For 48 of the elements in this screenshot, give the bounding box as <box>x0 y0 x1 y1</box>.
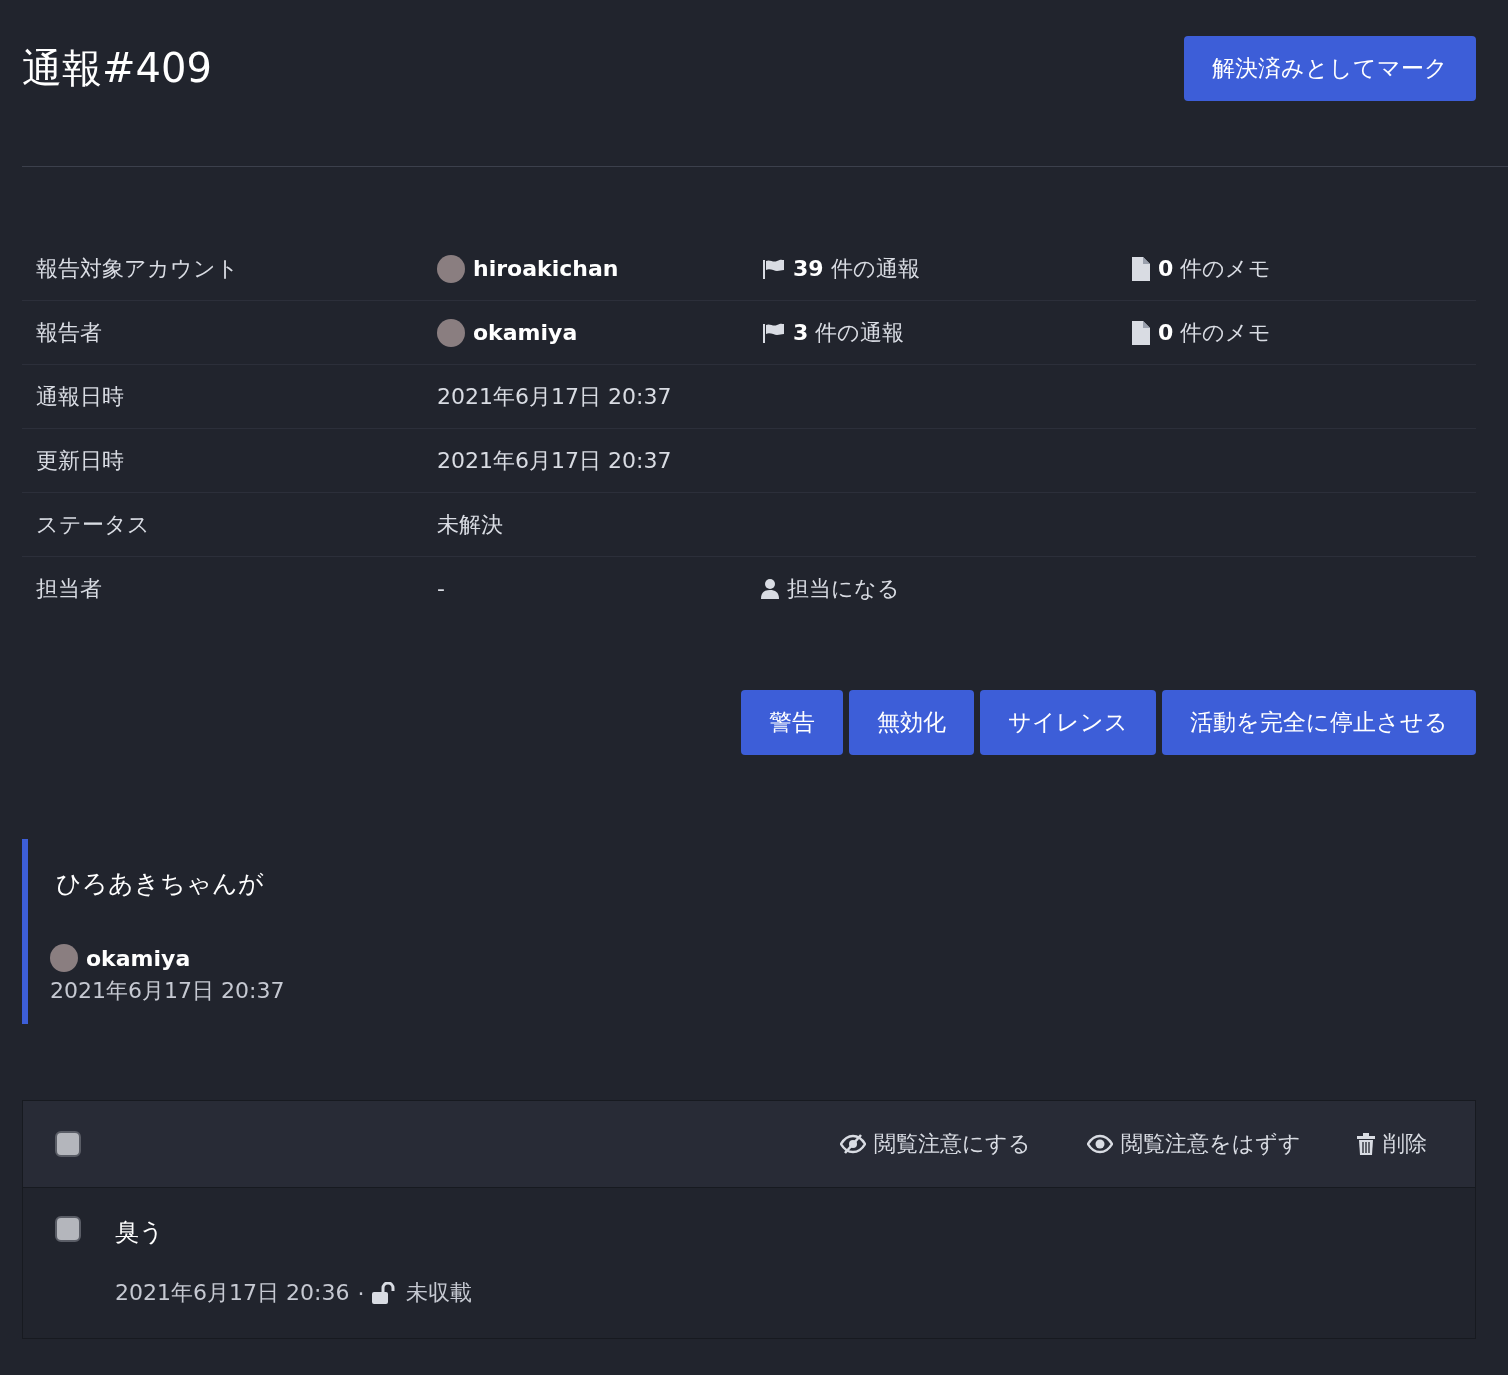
action-button[interactable]: サイレンス <box>980 690 1156 755</box>
separator: · <box>357 1280 365 1306</box>
flag-icon <box>761 322 785 343</box>
avatar <box>437 318 465 347</box>
eye-slash-icon <box>840 1134 866 1154</box>
action-button[interactable]: 無効化 <box>849 690 974 755</box>
toolbar-link[interactable]: 閲覧注意をはずす <box>1121 1129 1301 1159</box>
row-value: - <box>437 576 446 601</box>
document-icon <box>1132 256 1150 281</box>
trash-icon <box>1357 1133 1375 1155</box>
row-value: 未解決 <box>437 510 504 539</box>
row-label: 報告者 <box>35 318 103 347</box>
row-value: 2021年6月17日 20:37 <box>437 446 673 475</box>
reports-count-link[interactable]: 39 件の通報 <box>793 253 920 284</box>
row-label: 更新日時 <box>35 446 125 475</box>
memos-count-link[interactable]: 0 件のメモ <box>1158 253 1272 284</box>
username-link[interactable]: okamiya <box>437 318 761 347</box>
comment-text: ひろあきちゃんが <box>56 868 265 900</box>
resolve-button[interactable]: 解決済みとしてマーク <box>1184 36 1476 101</box>
document-icon <box>1132 320 1150 345</box>
row-label: ステータス <box>35 510 151 539</box>
row-label: 通報日時 <box>35 382 125 411</box>
username: hiroakichan <box>473 256 619 281</box>
flag-icon <box>761 258 785 279</box>
row-label: 担当者 <box>35 574 103 603</box>
toolbar-link[interactable]: 閲覧注意にする <box>874 1129 1031 1159</box>
memos-count-link[interactable]: 0 件のメモ <box>1158 317 1272 348</box>
assign-self-link[interactable]: 担当になる <box>787 573 900 604</box>
row-label: 報告対象アカウント <box>35 254 240 283</box>
row-value: 2021年6月17日 20:37 <box>437 382 673 411</box>
visibility-label: 未収載 <box>406 1279 473 1307</box>
reports-count-link[interactable]: 3 件の通報 <box>793 317 905 348</box>
status-text: 臭う <box>115 1217 165 1248</box>
checkbox[interactable] <box>55 1131 81 1157</box>
timestamp-link[interactable]: 2021年6月17日 20:36 <box>115 1278 350 1308</box>
avatar <box>437 254 465 283</box>
user-icon <box>761 578 779 599</box>
page-title: 通報#409 <box>22 44 212 93</box>
username: okamiya <box>86 945 191 971</box>
timestamp: 2021年6月17日 20:37 <box>50 977 286 1005</box>
action-button[interactable]: 活動を完全に停止させる <box>1162 690 1476 755</box>
username: okamiya <box>473 320 578 345</box>
checkbox[interactable] <box>55 1216 81 1242</box>
toolbar-link[interactable]: 削除 <box>1383 1129 1427 1159</box>
action-button[interactable]: 警告 <box>741 690 843 755</box>
username-link[interactable]: hiroakichan <box>437 254 761 283</box>
eye-icon <box>1087 1134 1113 1154</box>
avatar <box>50 944 78 972</box>
